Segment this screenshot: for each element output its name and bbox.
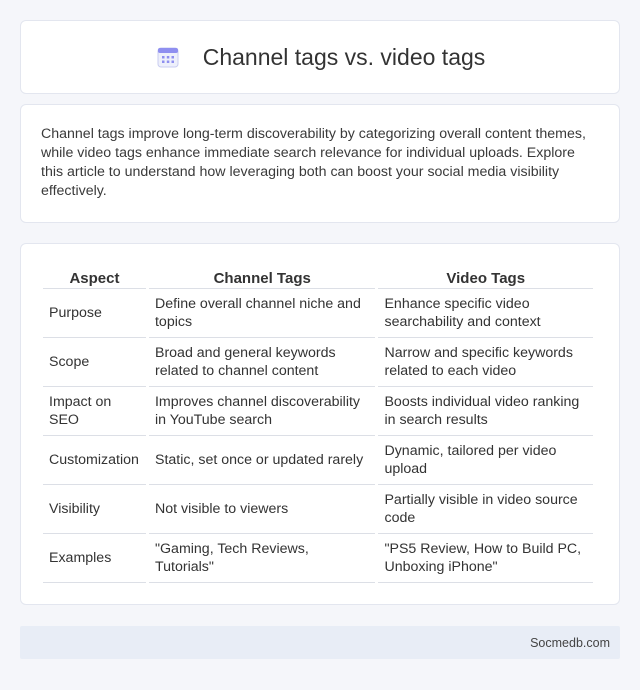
- cell-aspect: Purpose: [43, 289, 146, 338]
- comparison-table: Aspect Channel Tags Video Tags Purpose D…: [40, 264, 596, 583]
- cell-video: "PS5 Review, How to Build PC, Unboxing i…: [378, 534, 593, 583]
- table-row: Impact on SEO Improves channel discovera…: [43, 387, 593, 436]
- footer: Socmedb.com: [20, 626, 620, 659]
- header-aspect: Aspect: [43, 264, 146, 289]
- cell-channel: Improves channel discoverability in YouT…: [148, 387, 376, 436]
- title-card: Channel tags vs. video tags: [20, 20, 620, 94]
- footer-site-link[interactable]: Socmedb.com: [530, 636, 610, 650]
- cell-channel: Not visible to viewers: [148, 485, 376, 534]
- cell-channel: Broad and general keywords related to ch…: [148, 338, 376, 387]
- cell-channel: Static, set once or updated rarely: [148, 436, 376, 485]
- cell-aspect: Scope: [43, 338, 146, 387]
- table-header-row: Aspect Channel Tags Video Tags: [43, 264, 593, 289]
- cell-aspect: Examples: [43, 534, 146, 583]
- cell-channel: "Gaming, Tech Reviews, Tutorials": [148, 534, 376, 583]
- cell-video: Enhance specific video searchability and…: [378, 289, 593, 338]
- table-row: Purpose Define overall channel niche and…: [43, 289, 593, 338]
- calendar-icon: [157, 47, 179, 68]
- cell-video: Narrow and specific keywords related to …: [378, 338, 593, 387]
- header-video-tags: Video Tags: [378, 264, 593, 289]
- page-title: Channel tags vs. video tags: [202, 43, 486, 70]
- intro-text: Channel tags improve long-term discovera…: [41, 126, 586, 199]
- comparison-table-card: Aspect Channel Tags Video Tags Purpose D…: [20, 243, 620, 605]
- intro-card: Channel tags improve long-term discovera…: [20, 104, 620, 223]
- table-row: Visibility Not visible to viewers Partia…: [43, 485, 593, 534]
- cell-video: Partially visible in video source code: [378, 485, 593, 534]
- cell-aspect: Impact on SEO: [43, 387, 146, 436]
- cell-video: Boosts individual video ranking in searc…: [378, 387, 593, 436]
- cell-aspect: Visibility: [43, 485, 146, 534]
- table-row: Customization Static, set once or update…: [43, 436, 593, 485]
- header-channel-tags: Channel Tags: [148, 264, 376, 289]
- cell-aspect: Customization: [43, 436, 146, 485]
- cell-video: Dynamic, tailored per video upload: [378, 436, 593, 485]
- table-row: Examples "Gaming, Tech Reviews, Tutorial…: [43, 534, 593, 583]
- table-row: Scope Broad and general keywords related…: [43, 338, 593, 387]
- cell-channel: Define overall channel niche and topics: [148, 289, 376, 338]
